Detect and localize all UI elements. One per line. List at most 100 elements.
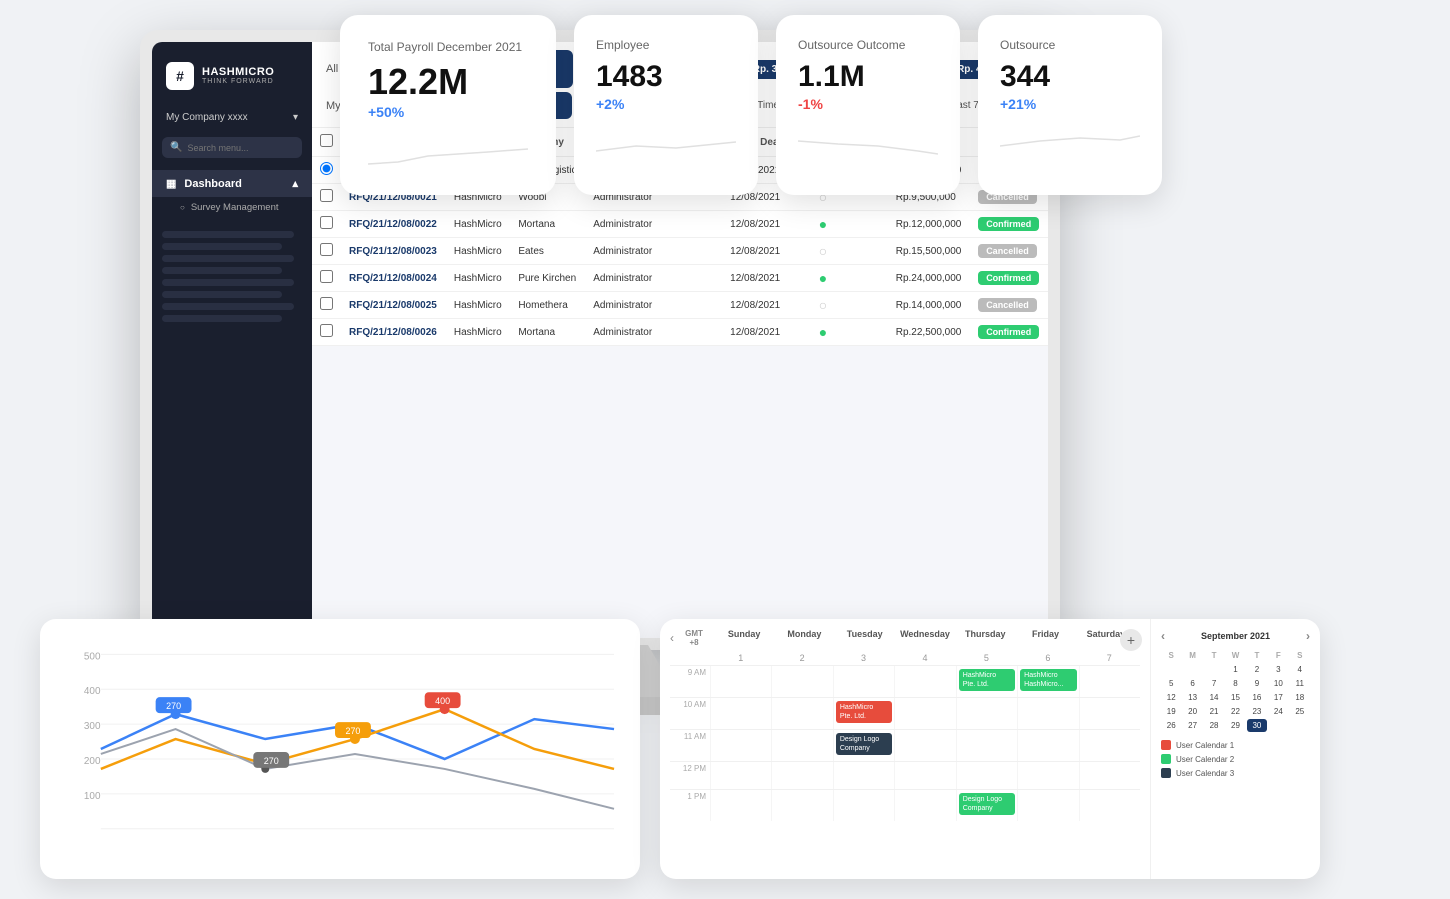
cell-vendor: HashMicro bbox=[446, 265, 510, 292]
line-chart: 500 400 300 200 100 270 270 bbox=[56, 635, 624, 863]
time-10am: 10 AM bbox=[670, 698, 710, 729]
cell-vendor: HashMicro bbox=[446, 292, 510, 319]
mini-cal-next[interactable]: › bbox=[1306, 629, 1310, 643]
cell-rep: Administrator bbox=[585, 319, 722, 346]
row-select[interactable] bbox=[320, 162, 333, 175]
mini-cal-header: ‹ September 2021 › bbox=[1161, 629, 1310, 643]
cal-event-hashmicro-thu[interactable]: HashMicroPte. Ltd. bbox=[959, 669, 1015, 691]
svg-text:500: 500 bbox=[84, 651, 101, 662]
cell-rep: Administrator bbox=[585, 292, 722, 319]
cell-reference: RFQ/21/12/08/0022 bbox=[341, 211, 446, 238]
card-title-payroll: Total Payroll December 2021 bbox=[368, 39, 528, 56]
dashboard-icon: ▦ bbox=[166, 177, 176, 190]
card-title-employee: Employee bbox=[596, 37, 736, 54]
sparkline-payroll bbox=[368, 134, 528, 174]
logo-icon: # bbox=[166, 62, 194, 90]
legend-label-3: User Calendar 3 bbox=[1176, 769, 1234, 778]
sidebar-menu-bars bbox=[152, 226, 312, 327]
calendar-panel: ‹ GMT+8 Sunday Monday Tuesday Wednesday … bbox=[660, 619, 1320, 879]
cell-reference: RFQ/21/12/08/0025 bbox=[341, 292, 446, 319]
legend-label-2: User Calendar 2 bbox=[1176, 755, 1234, 764]
cal-event-hashmicro-fri[interactable]: HashMicroHashMicro... bbox=[1020, 669, 1076, 691]
cell-vendor: HashMicro bbox=[446, 211, 510, 238]
menu-bar bbox=[162, 267, 282, 274]
cal-event-designlogo-tue[interactable]: Design LogoCompany bbox=[836, 733, 892, 755]
row-select[interactable] bbox=[320, 297, 333, 310]
cell-vendor: HashMicro bbox=[446, 319, 510, 346]
cell-activity: ○ bbox=[811, 238, 888, 265]
cell-total: Rp.12,000,000 bbox=[888, 211, 970, 238]
table-row: RFQ/21/12/08/0026 HashMicro Mortana Admi… bbox=[312, 319, 1048, 346]
add-event-btn[interactable]: + bbox=[1120, 629, 1142, 651]
cell-status: Confirmed bbox=[970, 211, 1048, 238]
cell-activity: ● bbox=[811, 265, 888, 292]
cell-rep: Administrator bbox=[585, 211, 722, 238]
row-select[interactable] bbox=[320, 270, 333, 283]
cell-company: Mortana bbox=[510, 319, 585, 346]
stat-card-payroll: Total Payroll December 2021 12.2M +50% bbox=[340, 15, 556, 195]
card-change-employee: +2% bbox=[596, 96, 736, 112]
time-11am: 11 AM bbox=[670, 730, 710, 761]
cell-rep: Administrator bbox=[585, 265, 722, 292]
card-change-outsource-outcome: -1% bbox=[798, 96, 938, 112]
legend-item-2: User Calendar 2 bbox=[1161, 754, 1310, 764]
stat-card-outsource: Outsource 344 +21% bbox=[978, 15, 1162, 195]
menu-bar bbox=[162, 243, 282, 250]
cell-deadline: 12/08/2021 bbox=[722, 211, 811, 238]
cell-company: Eates bbox=[510, 238, 585, 265]
cell-company: Homethera bbox=[510, 292, 585, 319]
menu-bar bbox=[162, 231, 294, 238]
mini-calendar-sidebar: ‹ September 2021 › S M T W T F S 1 2 3 4 bbox=[1150, 619, 1320, 879]
chevron-down-icon: ▾ bbox=[293, 112, 298, 123]
legend-color-3 bbox=[1161, 768, 1171, 778]
sparkline-employee bbox=[596, 126, 736, 166]
logo-tagline: THINK FORWARD bbox=[202, 78, 274, 86]
cell-deadline: 12/08/2021 bbox=[722, 265, 811, 292]
menu-bar bbox=[162, 291, 282, 298]
scene: # HASHMICRO THINK FORWARD My Company xxx… bbox=[0, 0, 1450, 899]
legend-items: User Calendar 1 User Calendar 2 User Cal… bbox=[1161, 740, 1310, 778]
cell-rep: Administrator bbox=[585, 238, 722, 265]
menu-bar bbox=[162, 279, 294, 286]
svg-text:100: 100 bbox=[84, 791, 101, 802]
row-select[interactable] bbox=[320, 216, 333, 229]
cal-event-hashmicro-tue[interactable]: HashMicroPte. Ltd. bbox=[836, 701, 892, 723]
nav-section: ▦ Dashboard ▴ Survey Management bbox=[152, 170, 312, 218]
sidebar-item-survey-management[interactable]: Survey Management bbox=[152, 197, 312, 218]
svg-text:300: 300 bbox=[84, 721, 101, 732]
svg-text:270: 270 bbox=[264, 756, 279, 766]
card-change-outsource: +21% bbox=[1000, 96, 1140, 112]
cell-reference: RFQ/21/12/08/0023 bbox=[341, 238, 446, 265]
cell-activity: ● bbox=[811, 211, 888, 238]
cell-deadline: 12/08/2021 bbox=[722, 319, 811, 346]
company-selector[interactable]: My Company xxxx ▾ bbox=[152, 106, 312, 129]
cell-total: Rp.15,500,000 bbox=[888, 238, 970, 265]
cell-status: Cancelled bbox=[970, 238, 1048, 265]
row-select[interactable] bbox=[320, 324, 333, 337]
legend-item-1: User Calendar 1 bbox=[1161, 740, 1310, 750]
svg-text:270: 270 bbox=[345, 726, 360, 736]
cell-total: Rp.14,000,000 bbox=[888, 292, 970, 319]
cell-total: Rp.24,000,000 bbox=[888, 265, 970, 292]
table-row: RFQ/21/12/08/0025 HashMicro Homethera Ad… bbox=[312, 292, 1048, 319]
row-select[interactable] bbox=[320, 243, 333, 256]
table-row: RFQ/21/12/08/0022 HashMicro Mortana Admi… bbox=[312, 211, 1048, 238]
sidebar: # HASHMICRO THINK FORWARD My Company xxx… bbox=[152, 42, 312, 638]
sidebar-item-dashboard[interactable]: ▦ Dashboard ▴ bbox=[152, 170, 312, 197]
search-box[interactable]: 🔍 bbox=[162, 137, 302, 158]
logo-area: # HASHMICRO THINK FORWARD bbox=[152, 54, 312, 106]
calendar-header: ‹ GMT+8 Sunday Monday Tuesday Wednesday … bbox=[670, 629, 1140, 647]
card-title-outsource-outcome: Outsource Outcome bbox=[798, 37, 938, 54]
row-select[interactable] bbox=[320, 189, 333, 202]
mini-cal-prev[interactable]: ‹ bbox=[1161, 629, 1165, 643]
search-icon: 🔍 bbox=[170, 142, 182, 153]
sparkline-outsource bbox=[1000, 126, 1140, 166]
search-input[interactable] bbox=[187, 143, 294, 153]
svg-text:270: 270 bbox=[166, 701, 181, 711]
chart-panel: 500 400 300 200 100 270 270 bbox=[40, 619, 640, 879]
cell-status: Confirmed bbox=[970, 319, 1048, 346]
cell-activity: ● bbox=[811, 319, 888, 346]
card-value-employee: 1483 bbox=[596, 62, 736, 92]
cal-event-designlogo-thu[interactable]: Design LogoCompany bbox=[959, 793, 1015, 815]
select-all-checkbox[interactable] bbox=[320, 134, 333, 147]
